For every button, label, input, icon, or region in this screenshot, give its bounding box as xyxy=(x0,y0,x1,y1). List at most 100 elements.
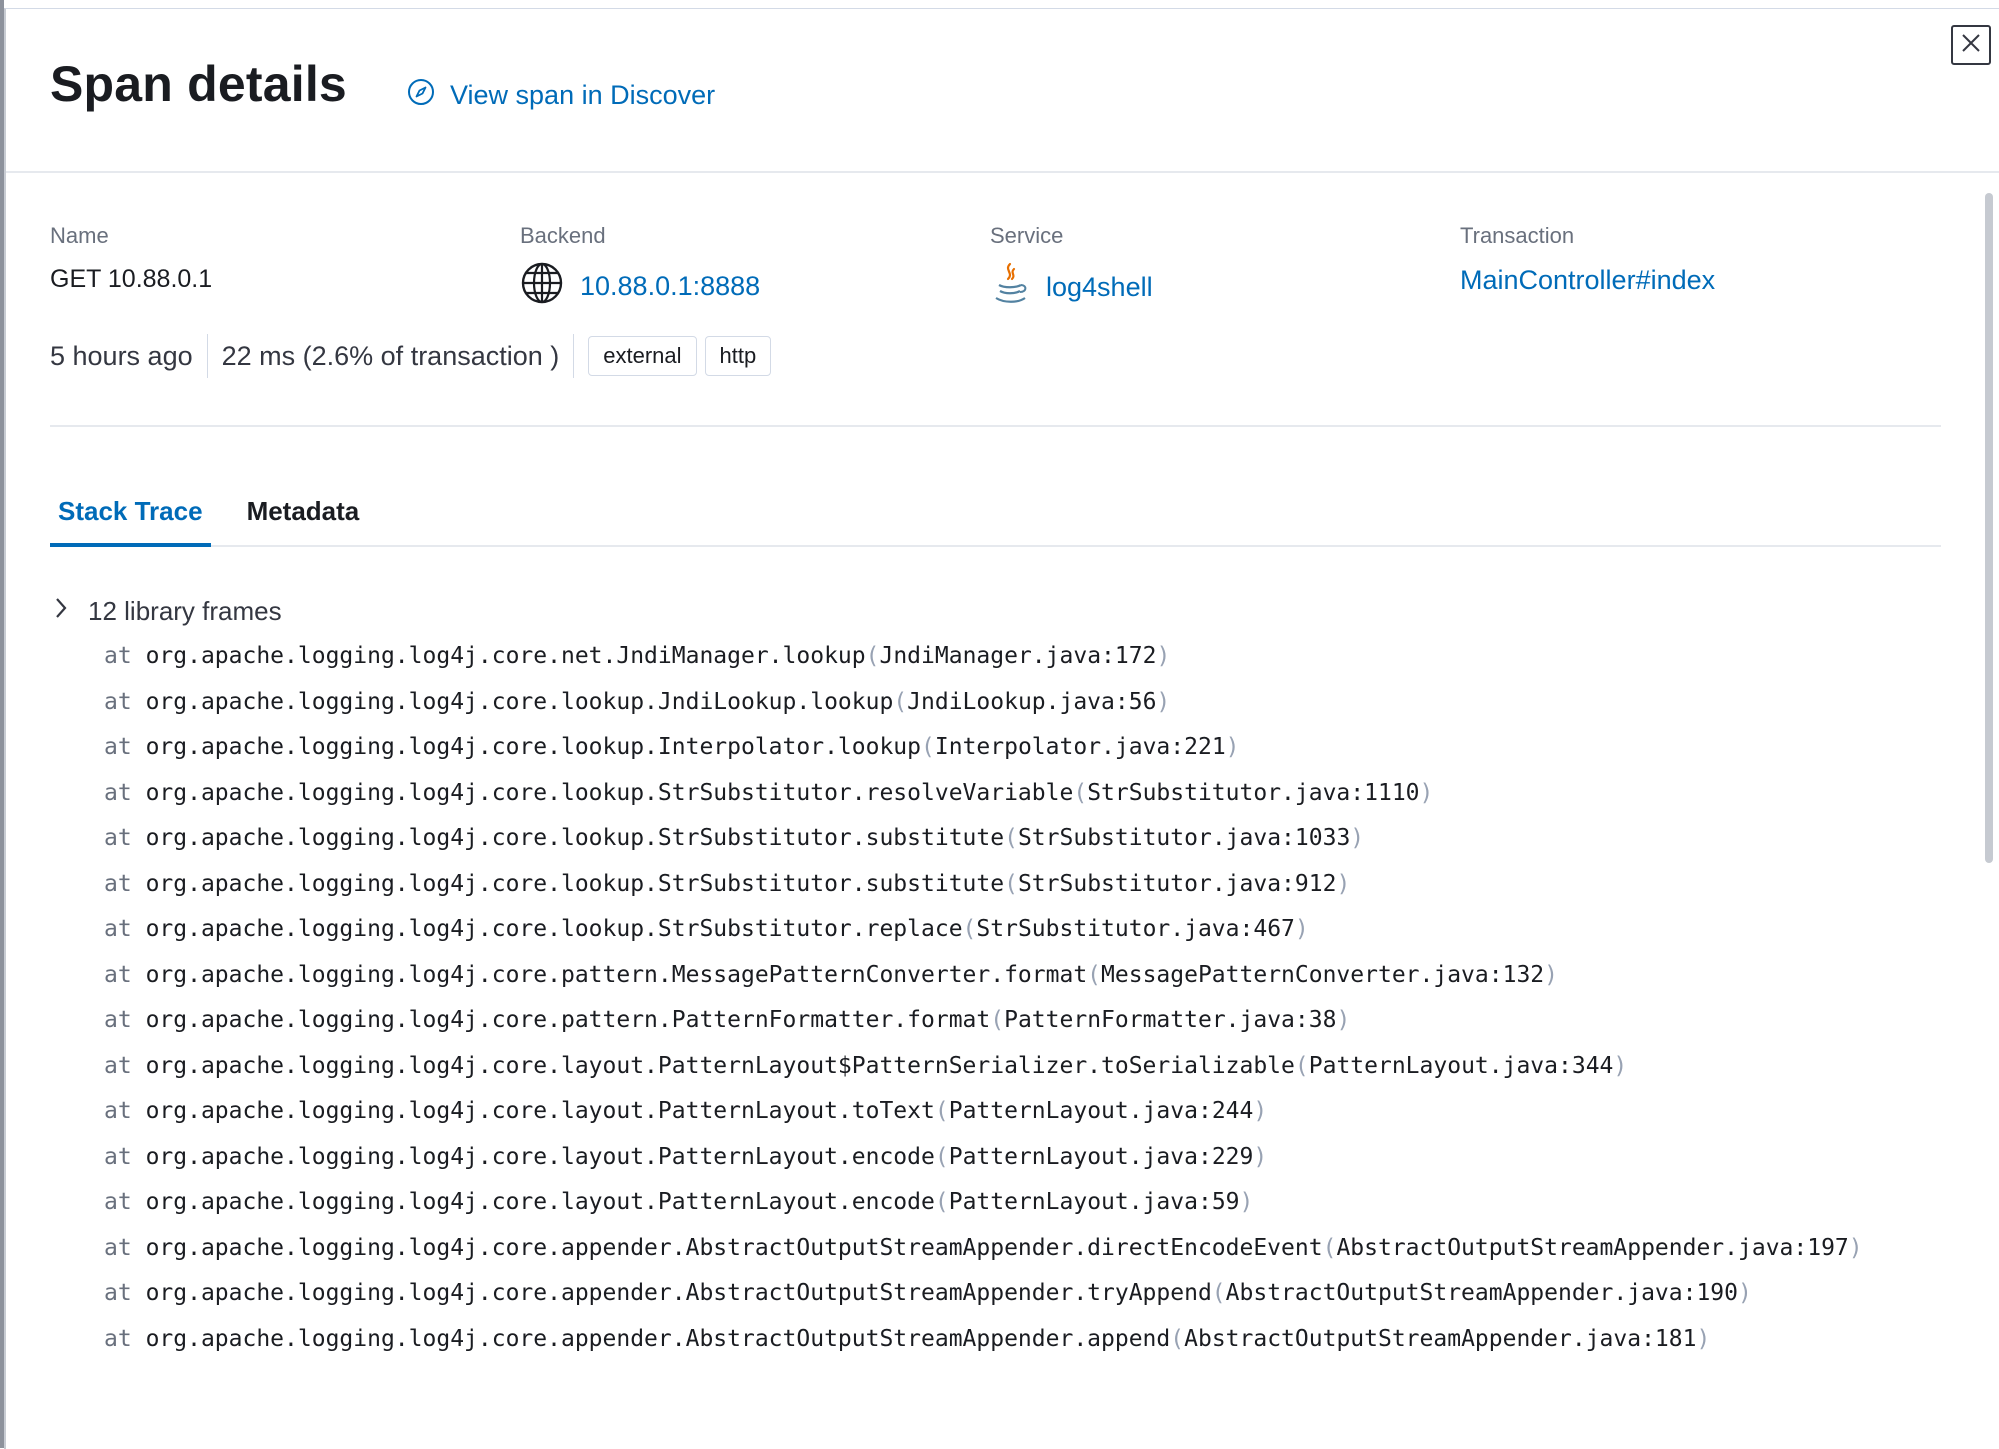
frame-paren-open: ( xyxy=(921,734,935,760)
stack-trace-panel: 12 library frames at org.apache.logging.… xyxy=(50,591,1941,1365)
frame-location: AbstractOutputStreamAppender.java:181 xyxy=(1184,1325,1697,1352)
tab-bar: Stack Trace Metadata xyxy=(50,473,1941,547)
frame-function: org.apache.logging.log4j.core.appender.A… xyxy=(145,1234,1323,1261)
frame-paren-open: ( xyxy=(1211,1280,1226,1306)
stack-frame: at org.apache.logging.log4j.core.appende… xyxy=(104,1274,1941,1312)
summary-transaction: Transaction MainController#index xyxy=(1460,223,1715,296)
frame-at-keyword: at xyxy=(104,1143,132,1170)
frame-function: org.apache.logging.log4j.core.layout.Pat… xyxy=(145,1143,935,1170)
frame-at-keyword: at xyxy=(104,870,132,897)
frame-paren-close: ) xyxy=(1336,870,1351,897)
frame-paren-open: ( xyxy=(934,1189,949,1215)
frame-paren-close: ) xyxy=(1544,961,1558,988)
frame-at-keyword: at xyxy=(104,779,132,806)
duration: 22 ms (2.6% of transaction ) xyxy=(221,340,560,371)
frame-paren-close: ) xyxy=(1419,779,1434,806)
name-value-text: GET 10.88.0.1 xyxy=(50,265,213,293)
frame-paren-close: ) xyxy=(1156,688,1171,715)
frame-at-keyword: at xyxy=(104,1189,132,1215)
frame-paren-open: ( xyxy=(1322,1234,1337,1261)
frame-function: org.apache.logging.log4j.core.lookup.Int… xyxy=(145,734,922,760)
library-frames-toggle[interactable]: 12 library frames xyxy=(50,591,1941,631)
frame-paren-close: ) xyxy=(1294,916,1309,942)
frame-paren-close: ) xyxy=(1848,1234,1863,1261)
frame-at-keyword: at xyxy=(104,643,132,669)
frame-location: StrSubstitutor.java:1033 xyxy=(1017,825,1351,851)
stack-frame: at org.apache.logging.log4j.core.appende… xyxy=(104,1229,1941,1267)
tab-metadata[interactable]: Metadata xyxy=(239,496,368,545)
frame-at-keyword: at xyxy=(104,1052,132,1079)
timestamp: 5 hours ago xyxy=(50,340,193,371)
span-meta-row: 5 hours ago 22 ms (2.6% of transaction )… xyxy=(50,333,779,379)
service-link[interactable]: log4shell xyxy=(1046,272,1153,303)
frame-function: org.apache.logging.log4j.core.appender.A… xyxy=(145,1325,1171,1352)
frame-paren-open: ( xyxy=(893,688,908,715)
stack-frame: at org.apache.logging.log4j.core.layout.… xyxy=(104,1138,1941,1176)
service-value: log4shell xyxy=(990,261,1153,314)
frame-at-keyword: at xyxy=(104,1007,132,1033)
frame-paren-close: ) xyxy=(1156,643,1171,669)
frame-paren-close: ) xyxy=(1225,734,1240,760)
frame-function: org.apache.logging.log4j.core.net.JndiMa… xyxy=(145,643,866,669)
frame-function: org.apache.logging.log4j.core.appender.A… xyxy=(145,1280,1212,1306)
frame-function: org.apache.logging.log4j.core.layout.Pat… xyxy=(145,1189,935,1215)
tab-stack-trace[interactable]: Stack Trace xyxy=(50,496,211,547)
flyout-body: Name GET 10.88.0.1 Backend 10.88.0.1:888… xyxy=(6,173,1999,1449)
flyout-header: Span details View span in Discover xyxy=(6,9,1999,173)
frame-paren-close: ) xyxy=(1253,1143,1268,1170)
scrollbar[interactable] xyxy=(1985,193,1993,863)
stack-frame: at org.apache.logging.log4j.core.net.Jnd… xyxy=(104,637,1941,675)
frame-function: org.apache.logging.log4j.core.pattern.Pa… xyxy=(145,1007,991,1033)
frame-function: org.apache.logging.log4j.core.lookup.Str… xyxy=(145,870,1005,897)
frame-paren-close: ) xyxy=(1738,1280,1752,1306)
transaction-label: Transaction xyxy=(1460,223,1575,248)
stack-frame: at org.apache.logging.log4j.core.lookup.… xyxy=(104,819,1941,857)
java-icon xyxy=(990,261,1030,314)
frame-location: PatternLayout.java:244 xyxy=(948,1098,1254,1124)
chevron-right-icon xyxy=(50,595,72,628)
frame-location: PatternLayout.java:344 xyxy=(1308,1052,1614,1079)
frame-location: PatternFormatter.java:38 xyxy=(1004,1007,1337,1033)
frame-function: org.apache.logging.log4j.core.lookup.Str… xyxy=(145,779,1074,806)
frame-location: AbstractOutputStreamAppender.java:190 xyxy=(1225,1280,1739,1306)
badge-external: external xyxy=(588,336,697,376)
frame-location: StrSubstitutor.java:467 xyxy=(976,916,1295,942)
backend-link[interactable]: 10.88.0.1:8888 xyxy=(580,271,760,302)
frame-at-keyword: at xyxy=(104,916,132,942)
frame-paren-open: ( xyxy=(1004,870,1018,897)
divider xyxy=(206,334,208,378)
frame-at-keyword: at xyxy=(104,825,132,851)
frame-paren-close: ) xyxy=(1696,1325,1711,1352)
frame-paren-close: ) xyxy=(1613,1052,1628,1079)
transaction-value: MainController#index xyxy=(1460,265,1715,296)
transaction-link[interactable]: MainController#index xyxy=(1460,265,1715,296)
frame-location: StrSubstitutor.java:1110 xyxy=(1087,779,1420,806)
span-details-flyout: Span details View span in Discover Name xyxy=(4,8,1999,1449)
backend-value: 10.88.0.1:8888 xyxy=(520,261,760,312)
library-frames-label: 12 library frames xyxy=(88,595,282,626)
frame-paren-open: ( xyxy=(1170,1325,1185,1352)
close-icon xyxy=(1960,32,1982,59)
frame-at-keyword: at xyxy=(104,734,132,760)
backend-label: Backend xyxy=(520,223,606,248)
frame-location: StrSubstitutor.java:912 xyxy=(1017,870,1337,897)
close-button[interactable] xyxy=(1951,25,1991,65)
stack-frame: at org.apache.logging.log4j.core.layout.… xyxy=(104,1092,1941,1130)
frame-paren-close: ) xyxy=(1253,1098,1268,1124)
page-title: Span details xyxy=(50,56,347,112)
stack-frame: at org.apache.logging.log4j.core.lookup.… xyxy=(104,910,1941,948)
stack-frame: at org.apache.logging.log4j.core.lookup.… xyxy=(104,728,1941,766)
frame-at-keyword: at xyxy=(104,688,132,715)
frame-location: PatternLayout.java:229 xyxy=(948,1143,1254,1170)
view-span-in-discover-link[interactable]: View span in Discover xyxy=(406,77,715,114)
stack-frame: at org.apache.logging.log4j.core.pattern… xyxy=(104,1001,1941,1039)
frame-paren-open: ( xyxy=(962,916,977,942)
name-label: Name xyxy=(50,223,109,248)
stack-frame: at org.apache.logging.log4j.core.lookup.… xyxy=(104,865,1941,903)
frame-location: AbstractOutputStreamAppender.java:197 xyxy=(1336,1234,1849,1261)
frame-at-keyword: at xyxy=(104,1280,132,1306)
frame-paren-close: ) xyxy=(1336,1007,1351,1033)
summary-backend: Backend 10.88.0.1:8888 xyxy=(520,223,760,312)
frame-at-keyword: at xyxy=(104,1098,132,1124)
compass-icon xyxy=(406,77,436,114)
